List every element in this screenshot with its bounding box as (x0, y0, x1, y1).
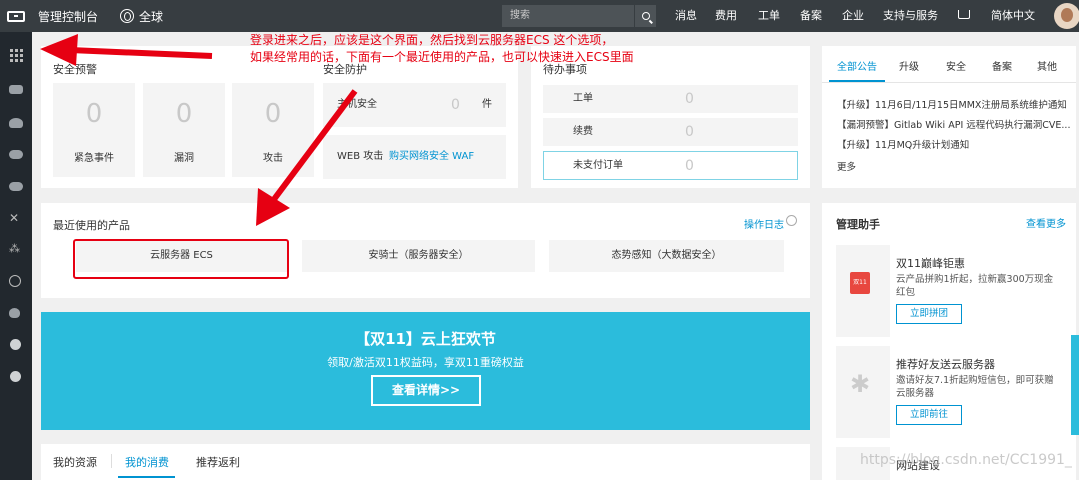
arrow-to-products-menu (69, 47, 213, 59)
arrow-head-down (256, 188, 290, 226)
arrow-head-left (40, 34, 78, 66)
watermark: https://blog.csdn.net/CC1991_ (860, 452, 1072, 468)
annotation-arrows (40, 34, 358, 226)
arrow-to-recent-ecs (269, 89, 358, 204)
